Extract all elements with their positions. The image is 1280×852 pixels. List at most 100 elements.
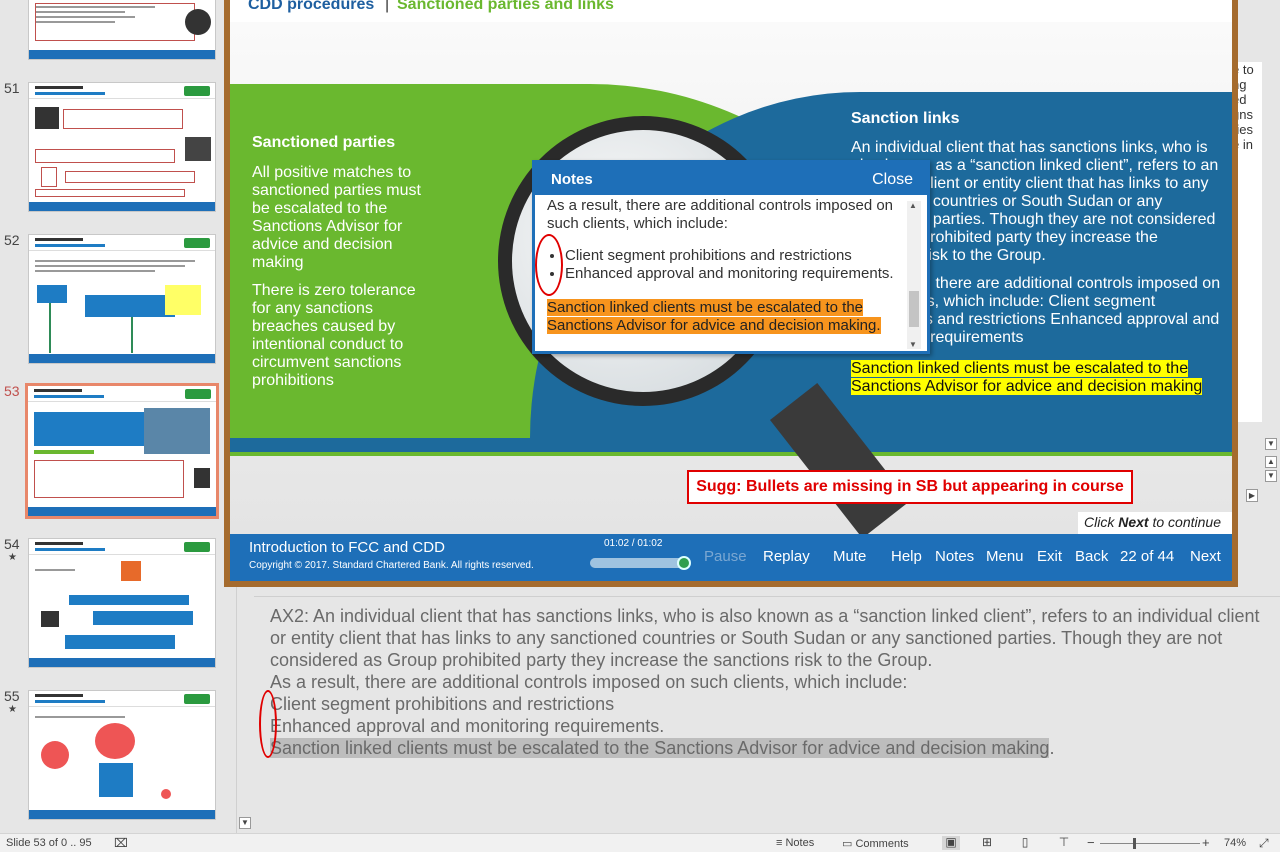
help-button[interactable]: Help [891, 548, 922, 565]
normal-view-icon[interactable]: ▣ [942, 836, 960, 850]
sanctioned-parties-title: Sanctioned parties [252, 134, 396, 151]
slideshow-icon[interactable]: ⊤ [1055, 836, 1073, 850]
slide-thumbnail[interactable] [28, 690, 216, 820]
menu-button[interactable]: Menu [986, 548, 1024, 565]
next-slide-icon[interactable]: ▼ [1265, 470, 1277, 482]
slide-thumbnail[interactable] [28, 234, 216, 364]
slide-header: CDD procedures | Sanctioned parties and … [230, 0, 1232, 22]
review-suggestion-callout: Sugg: Bullets are missing in SB but appe… [687, 470, 1133, 504]
playback-progress-bar[interactable] [590, 556, 691, 570]
highlighted-text: Sanction linked clients must be escalate… [547, 299, 877, 334]
comments-toggle[interactable]: ▭ Comments [842, 837, 909, 850]
comments-toggle-label: Comments [855, 838, 909, 850]
status-bar: Slide 53 of 0 .. 95 ⌧ ≡ Notes ▭ Comments… [0, 833, 1280, 852]
page-indicator: 22 of 44 [1120, 548, 1175, 565]
animation-star-icon: ★ [8, 552, 17, 563]
slide-canvas[interactable]: CDD procedures | Sanctioned parties and … [224, 0, 1238, 587]
thumbnail-number: 54 [4, 536, 20, 552]
animation-star-icon: ★ [8, 704, 17, 715]
notes-toggle[interactable]: ≡ Notes [776, 837, 814, 849]
hint-text: to continue [1148, 514, 1221, 530]
notes-paragraph: As a result, there are additional contro… [270, 672, 908, 692]
slide-thumbnail-active[interactable] [25, 383, 219, 519]
thumbnail-number: 55 [4, 688, 20, 704]
sanction-links-title: Sanction links [851, 110, 960, 127]
notes-toggle-label: Notes [785, 837, 815, 849]
hint-emphasis: Next [1118, 514, 1149, 530]
review-markup-oval [535, 234, 563, 296]
accessibility-icon[interactable]: ⌧ [114, 836, 128, 850]
thumbnail-number: 51 [4, 80, 20, 96]
mute-button[interactable]: Mute [833, 548, 866, 565]
zoom-slider-knob[interactable] [1133, 838, 1136, 849]
notes-popup[interactable]: Notes Close As a result, there are addit… [532, 160, 930, 354]
notes-paragraph: Enhanced approval and monitoring require… [270, 716, 665, 736]
comment-icon: ▭ [842, 838, 856, 850]
previous-slide-icon[interactable]: ▲ [1265, 456, 1277, 468]
course-name: Introduction to FCC and CDD [249, 539, 445, 556]
notes-tail: . [876, 317, 881, 334]
zoom-slider[interactable] [1100, 843, 1200, 844]
slide-counter: Slide 53 of 0 .. 95 [6, 837, 92, 849]
fit-to-window-icon[interactable]: ⤢ [1259, 836, 1269, 851]
speaker-notes-text[interactable]: AX2: An individual client that has sanct… [270, 605, 1260, 759]
sanction-links-highlight: Sanction linked clients must be escalate… [851, 360, 1226, 396]
notes-bullet: Enhanced approval and monitoring require… [565, 265, 905, 283]
notes-paragraph: Sanction linked clients must be escalate… [270, 737, 1260, 759]
green-divider [230, 452, 1232, 456]
notes-close-button[interactable]: Close [872, 171, 913, 189]
header-separator: | [385, 0, 390, 13]
notes-button[interactable]: Notes [935, 548, 974, 565]
slide-thumbnail[interactable] [28, 0, 216, 60]
exit-button[interactable]: Exit [1037, 548, 1062, 565]
header-section-title: CDD procedures [248, 0, 375, 13]
thumbnail-number: 53 [4, 383, 20, 399]
scroll-up-icon[interactable]: ▲ [909, 201, 917, 210]
notes-popup-header: Notes Close [535, 163, 927, 195]
speaker-notes-pane[interactable]: AX2: An individual client that has sanct… [254, 600, 1280, 833]
zoom-level[interactable]: 74% [1224, 837, 1246, 849]
sanctioned-parties-para2: There is zero tolerance for any sanction… [252, 282, 416, 389]
hint-text: Click [1084, 514, 1119, 530]
notes-splitter[interactable] [254, 596, 1280, 597]
highlighted-text: Sanction linked clients must be escalate… [851, 360, 1203, 395]
notes-bullet-list: Client segment prohibitions and restrict… [565, 247, 905, 283]
copyright-text: Copyright © 2017. Standard Chartered Ban… [249, 560, 534, 571]
notes-scrollbar[interactable]: ▲ ▼ [907, 201, 921, 349]
blue-divider [230, 438, 1232, 452]
notes-line: As a result, there are additional contro… [547, 197, 894, 232]
next-button[interactable]: Next [1190, 548, 1221, 565]
notes-highlight: Sanction linked clients must be escalate… [547, 299, 905, 335]
review-markup-oval [259, 690, 277, 758]
scrollbar-thumb[interactable] [909, 291, 919, 327]
thumbnail-pane[interactable]: 51 52 53 54 ★ 55 ★ [0, 0, 236, 833]
progress-fill [590, 558, 684, 568]
scroll-down-icon[interactable]: ▼ [909, 340, 917, 349]
slide-sorter-icon[interactable]: ⊞ [978, 836, 996, 850]
header-topic-title: Sanctioned parties and links [397, 0, 614, 13]
player-controls: Introduction to FCC and CDD Copyright © … [230, 534, 1232, 581]
selected-text: Sanction linked clients must be escalate… [270, 738, 1050, 758]
replay-button[interactable]: Replay [763, 548, 810, 565]
scroll-right-icon[interactable]: ▶ [1246, 489, 1258, 502]
click-next-hint: Click Next to continue [1078, 512, 1232, 534]
notes-paragraph: Client segment prohibitions and restrict… [270, 694, 615, 714]
notes-popup-body[interactable]: As a result, there are additional contro… [547, 195, 905, 351]
slide-thumbnail[interactable] [28, 82, 216, 212]
reading-view-icon[interactable]: ▯ [1016, 836, 1034, 850]
notes-paragraph: AX2: An individual client that has sanct… [270, 606, 1260, 670]
scroll-down-icon[interactable]: ▼ [1265, 438, 1277, 450]
notes-popup-title: Notes [551, 171, 593, 188]
progress-knob[interactable] [677, 556, 691, 570]
slide-content: CDD procedures | Sanctioned parties and … [230, 0, 1232, 581]
slide-thumbnail[interactable] [28, 538, 216, 668]
pause-button[interactable]: Pause [704, 548, 747, 565]
scroll-down-icon[interactable]: ▼ [239, 817, 251, 829]
sanctioned-parties-para1: All positive matches to sanctioned parti… [252, 164, 421, 271]
zoom-in-icon[interactable]: + [1202, 835, 1210, 850]
thumbnail-number: 52 [4, 232, 20, 248]
vertical-scrollbar[interactable]: ▼ ▲ ▼ [1262, 0, 1280, 600]
notes-tail: . [1049, 738, 1055, 758]
back-button[interactable]: Back [1075, 548, 1108, 565]
zoom-out-icon[interactable]: − [1087, 835, 1095, 850]
